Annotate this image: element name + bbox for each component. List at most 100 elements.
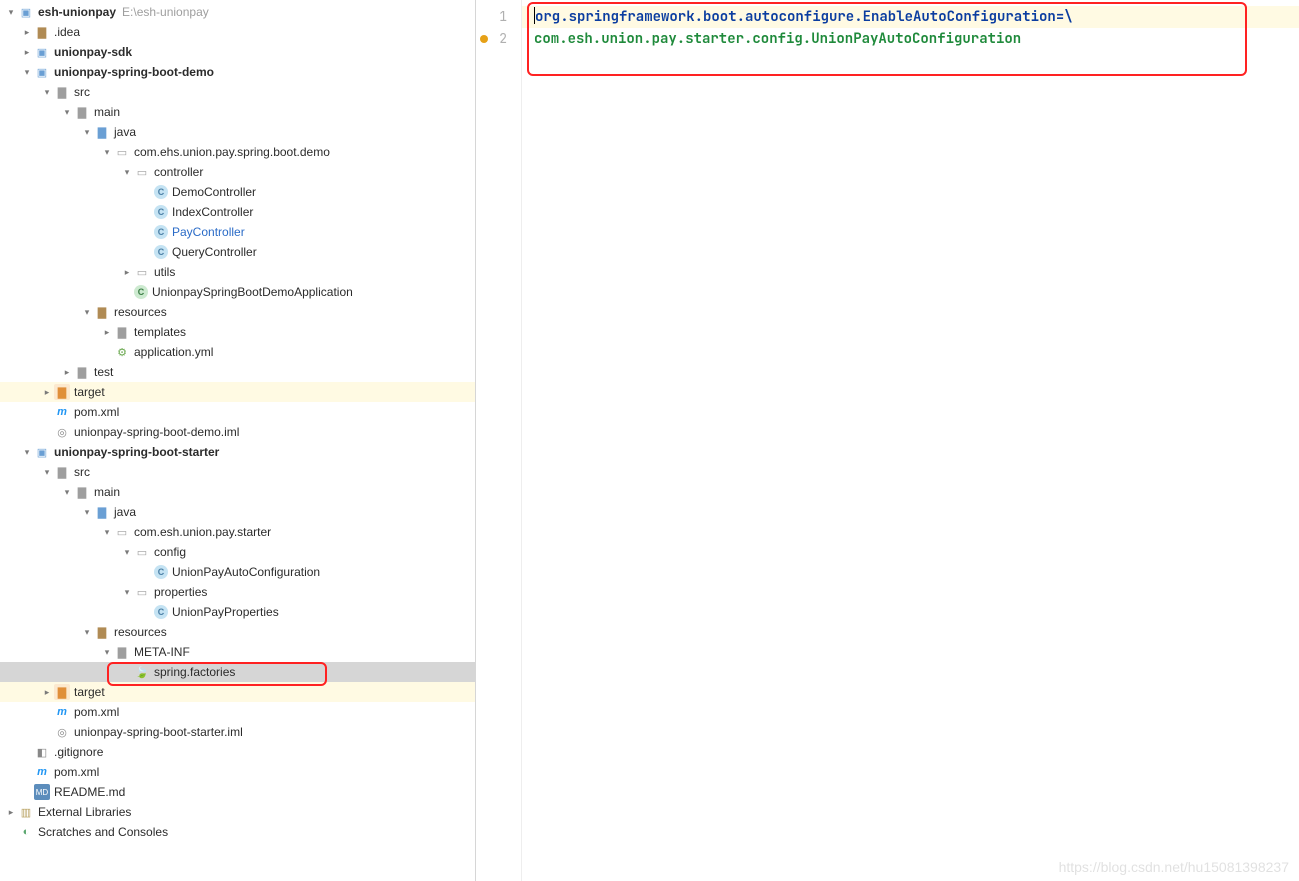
tree-item-starter-props[interactable]: ▾ ▭ properties: [0, 582, 475, 602]
package-icon: ▭: [114, 144, 130, 160]
project-tree[interactable]: ▾ ▣ esh-unionpay E:\esh-unionpay ▸ ▇ .id…: [0, 0, 476, 881]
tree-item-readme[interactable]: ▸ MD README.md: [0, 782, 475, 802]
tree-item-demo-main[interactable]: ▾ ▇ main: [0, 102, 475, 122]
tree-item-starter-propsclass[interactable]: ▸ C UnionPayProperties: [0, 602, 475, 622]
label: src: [74, 465, 90, 479]
label: test: [94, 365, 113, 379]
tree-item-indexcontroller[interactable]: ▸ C IndexController: [0, 202, 475, 222]
tree-item-idea[interactable]: ▸ ▇ .idea: [0, 22, 475, 42]
chevron-down-icon[interactable]: ▾: [60, 487, 74, 498]
tree-item-demo-test[interactable]: ▸ ▇ test: [0, 362, 475, 382]
tree-item-democontroller[interactable]: ▸ C DemoController: [0, 182, 475, 202]
code-line-1[interactable]: org.springframework.boot.autoconfigure.E…: [534, 6, 1299, 28]
tree-item-demo-package[interactable]: ▾ ▭ com.ehs.union.pay.spring.boot.demo: [0, 142, 475, 162]
chevron-down-icon[interactable]: ▾: [20, 67, 34, 78]
tree-item-querycontroller[interactable]: ▸ C QueryController: [0, 242, 475, 262]
chevron-right-icon[interactable]: ▸: [100, 327, 114, 338]
tree-item-starter-config[interactable]: ▾ ▭ config: [0, 542, 475, 562]
tree-item-paycontroller[interactable]: ▸ C PayController: [0, 222, 475, 242]
folder-icon: ▇: [74, 104, 90, 120]
yml-icon: [114, 344, 130, 360]
tree-item-starter-package[interactable]: ▾ ▭ com.esh.union.pay.starter: [0, 522, 475, 542]
tree-item-scratches[interactable]: ▸ ◐ Scratches and Consoles: [0, 822, 475, 842]
tree-item-starter-target[interactable]: ▸ ▇ target: [0, 682, 475, 702]
chevron-right-icon[interactable]: ▸: [60, 367, 74, 378]
chevron-down-icon[interactable]: ▾: [120, 587, 134, 598]
chevron-down-icon[interactable]: ▾: [120, 167, 134, 178]
editor-content[interactable]: org.springframework.boot.autoconfigure.E…: [522, 0, 1299, 881]
chevron-right-icon[interactable]: ▸: [120, 267, 134, 278]
tree-item-starter-metainf[interactable]: ▾ ▇ META-INF: [0, 642, 475, 662]
tree-item-demo-java[interactable]: ▾ ▇ java: [0, 122, 475, 142]
tree-item-ext-lib[interactable]: ▸ ▥ External Libraries: [0, 802, 475, 822]
iml-icon: [54, 424, 70, 440]
chevron-down-icon[interactable]: ▾: [80, 307, 94, 318]
package-icon: ▭: [114, 524, 130, 540]
tree-item-demo-yml[interactable]: ▸ application.yml: [0, 342, 475, 362]
label: .gitignore: [54, 745, 103, 759]
tree-item-spring-factories[interactable]: ▸ spring.factories: [0, 662, 475, 682]
library-icon: ▥: [18, 804, 34, 820]
excluded-folder-icon: ▇: [54, 684, 70, 700]
chevron-down-icon[interactable]: ▾: [120, 547, 134, 558]
tree-item-demo-pom[interactable]: ▸ m pom.xml: [0, 402, 475, 422]
chevron-right-icon[interactable]: ▸: [40, 687, 54, 698]
tree-item-demo-target[interactable]: ▸ ▇ target: [0, 382, 475, 402]
class-icon: C: [154, 185, 168, 199]
label: pom.xml: [54, 765, 99, 779]
chevron-down-icon[interactable]: ▾: [100, 527, 114, 538]
code-editor[interactable]: 1 2 org.springframework.boot.autoconfigu…: [476, 0, 1299, 881]
tree-item-starter-configclass[interactable]: ▸ C UnionPayAutoConfiguration: [0, 562, 475, 582]
gitignore-icon: ◧: [34, 744, 50, 760]
label: unionpay-spring-boot-demo.iml: [74, 425, 239, 439]
label: templates: [134, 325, 186, 339]
chevron-right-icon[interactable]: ▸: [4, 807, 18, 818]
tree-item-sdk[interactable]: ▸ ▣ unionpay-sdk: [0, 42, 475, 62]
tree-item-starter-pom[interactable]: ▸ m pom.xml: [0, 702, 475, 722]
label: spring.factories: [154, 665, 235, 679]
tree-item-starter-java[interactable]: ▾ ▇ java: [0, 502, 475, 522]
tree-item-gitignore[interactable]: ▸ ◧ .gitignore: [0, 742, 475, 762]
tree-item-demo-controller[interactable]: ▾ ▭ controller: [0, 162, 475, 182]
chevron-down-icon[interactable]: ▾: [100, 147, 114, 158]
chevron-down-icon[interactable]: ▾: [100, 647, 114, 658]
watermark: https://blog.csdn.net/hu15081398237: [1059, 859, 1289, 875]
code-line-2[interactable]: com.esh.union.pay.starter.config.UnionPa…: [534, 28, 1299, 50]
chevron-right-icon[interactable]: ▸: [40, 387, 54, 398]
chevron-right-icon[interactable]: ▸: [20, 47, 34, 58]
chevron-down-icon[interactable]: ▾: [40, 467, 54, 478]
tree-item-demo-module[interactable]: ▾ ▣ unionpay-spring-boot-demo: [0, 62, 475, 82]
class-icon: C: [154, 605, 168, 619]
label: UnionPayProperties: [172, 605, 279, 619]
chevron-down-icon[interactable]: ▾: [20, 447, 34, 458]
runnable-class-icon: C: [134, 285, 148, 299]
tree-item-starter-main[interactable]: ▾ ▇ main: [0, 482, 475, 502]
chevron-down-icon[interactable]: ▾: [80, 627, 94, 638]
change-marker-icon: [480, 35, 488, 43]
label: java: [114, 125, 136, 139]
tree-item-demo-iml[interactable]: ▸ unionpay-spring-boot-demo.iml: [0, 422, 475, 442]
tree-item-demo-appclass[interactable]: ▸ C UnionpaySpringBootDemoApplication: [0, 282, 475, 302]
label: pom.xml: [74, 405, 119, 419]
tree-item-root-pom[interactable]: ▸ m pom.xml: [0, 762, 475, 782]
chevron-down-icon[interactable]: ▾: [80, 507, 94, 518]
label: java: [114, 505, 136, 519]
tree-item-starter-src[interactable]: ▾ ▇ src: [0, 462, 475, 482]
chevron-down-icon[interactable]: ▾: [80, 127, 94, 138]
tree-item-starter-module[interactable]: ▾ ▣ unionpay-spring-boot-starter: [0, 442, 475, 462]
tree-item-starter-resources[interactable]: ▾ ▇ resources: [0, 622, 475, 642]
tree-item-demo-resources[interactable]: ▾ ▇ resources: [0, 302, 475, 322]
tree-item-root[interactable]: ▾ ▣ esh-unionpay E:\esh-unionpay: [0, 2, 475, 22]
folder-icon: ▇: [54, 464, 70, 480]
chevron-down-icon[interactable]: ▾: [60, 107, 74, 118]
label: PayController: [172, 225, 245, 239]
tree-item-demo-utils[interactable]: ▸ ▭ utils: [0, 262, 475, 282]
chevron-right-icon[interactable]: ▸: [20, 27, 34, 38]
chevron-down-icon[interactable]: ▾: [40, 87, 54, 98]
label: controller: [154, 165, 203, 179]
tree-item-starter-iml[interactable]: ▸ unionpay-spring-boot-starter.iml: [0, 722, 475, 742]
chevron-down-icon[interactable]: ▾: [4, 7, 18, 18]
class-icon: C: [154, 565, 168, 579]
tree-item-demo-templates[interactable]: ▸ ▇ templates: [0, 322, 475, 342]
tree-item-demo-src[interactable]: ▾ ▇ src: [0, 82, 475, 102]
